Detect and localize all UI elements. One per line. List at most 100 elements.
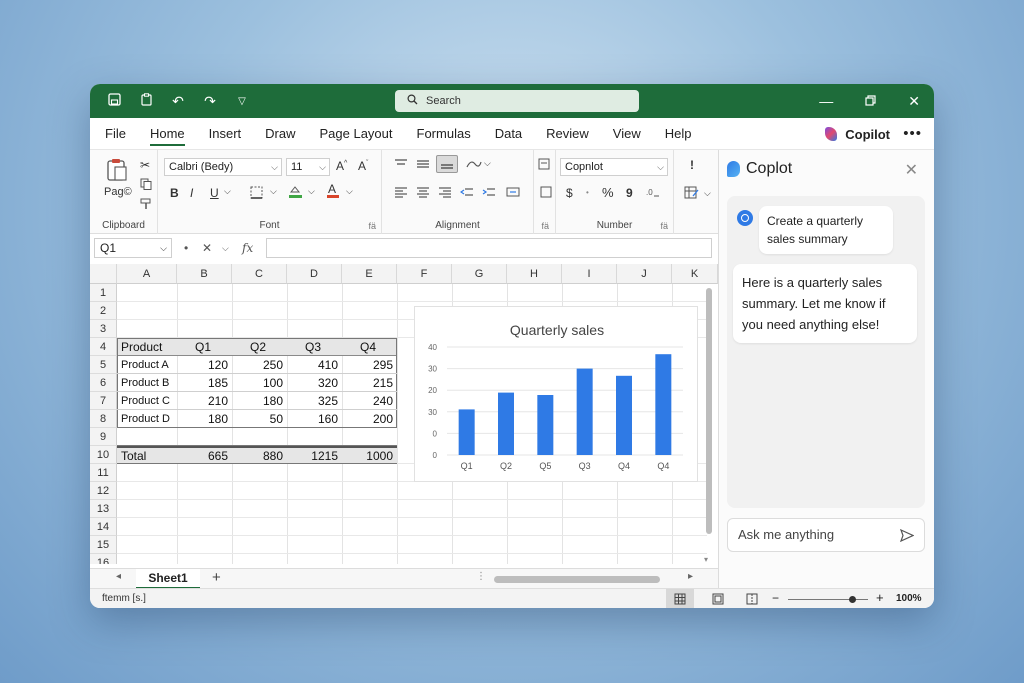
row-header[interactable]: 2 <box>90 302 117 320</box>
decrease-indent-icon[interactable] <box>459 186 474 201</box>
align-right-icon[interactable] <box>438 186 452 201</box>
total-cell[interactable]: 1215 <box>287 447 342 465</box>
chevron-down-icon[interactable]: ⌵ <box>346 186 353 197</box>
close-icon[interactable]: ✕ <box>905 160 918 180</box>
chart-bar[interactable] <box>616 375 632 455</box>
col-header-g[interactable]: G <box>452 264 507 284</box>
format-painter-icon[interactable] <box>140 198 152 213</box>
total-label-cell[interactable]: Total <box>117 447 177 465</box>
table-cell[interactable]: 160 <box>287 410 342 428</box>
total-cell[interactable]: 880 <box>232 447 287 465</box>
total-cell[interactable]: 1000 <box>342 447 397 465</box>
vertical-scrollbar[interactable]: ▾ <box>704 280 714 564</box>
zoom-slider-thumb[interactable] <box>848 596 856 603</box>
copy-icon[interactable] <box>140 178 152 193</box>
table-cell[interactable]: 100 <box>232 374 287 392</box>
align-left-icon[interactable] <box>394 186 408 201</box>
comma-style-button[interactable]: 9 <box>626 186 633 200</box>
chevron-down-icon[interactable]: ⌵ <box>704 188 711 199</box>
increase-font-icon[interactable]: A^ <box>336 159 347 173</box>
row-header[interactable]: 13 <box>90 500 117 518</box>
undo-icon[interactable]: ↶ <box>170 93 186 110</box>
table-cell[interactable]: 240 <box>342 392 397 410</box>
font-launcher-icon[interactable]: fä <box>368 221 376 231</box>
zoom-in-icon[interactable]: + <box>876 590 884 605</box>
row-header[interactable]: 4 <box>90 338 117 356</box>
tab-data[interactable]: Data <box>483 118 534 150</box>
col-header-j[interactable]: J <box>617 264 672 284</box>
font-color-icon[interactable]: A <box>326 182 340 202</box>
align-center-icon[interactable] <box>416 186 430 201</box>
row-header[interactable]: 5 <box>90 356 117 374</box>
row-header[interactable]: 15 <box>90 536 117 554</box>
row-header[interactable]: 3 <box>90 320 117 338</box>
row-header[interactable]: 9 <box>90 428 117 446</box>
col-header-e[interactable]: E <box>342 264 397 284</box>
col-header-c[interactable]: C <box>232 264 287 284</box>
prev-sheet-icon[interactable]: ◂ <box>116 571 121 582</box>
italic-button[interactable]: I <box>190 186 193 200</box>
number-launcher-icon[interactable]: fä <box>660 221 668 231</box>
quarterly-sales-chart[interactable]: Quarterly sales 40 30 20 30 0 0 Q1 Q2 Q5 Q3 Q4 Q4 <box>414 306 698 482</box>
table-cell[interactable]: 320 <box>287 374 342 392</box>
orientation-icon[interactable] <box>466 158 482 173</box>
chart-bar[interactable] <box>498 392 514 455</box>
row-header[interactable]: 1 <box>90 284 117 302</box>
col-header-i[interactable]: I <box>562 264 617 284</box>
increase-decimal-icon[interactable]: .0 <box>646 186 660 201</box>
col-header-d[interactable]: D <box>287 264 342 284</box>
row-header[interactable]: 7 <box>90 392 117 410</box>
col-header-h[interactable]: H <box>507 264 562 284</box>
font-size-select[interactable]: 11 ⌵ <box>286 158 330 176</box>
underline-button[interactable]: U <box>210 186 219 200</box>
bold-button[interactable]: B <box>170 186 179 200</box>
row-header[interactable]: 6 <box>90 374 117 392</box>
merge-center-icon[interactable] <box>506 186 520 201</box>
align-middle-icon[interactable] <box>416 158 430 173</box>
tab-view[interactable]: View <box>601 118 653 150</box>
align-bottom-icon[interactable] <box>436 155 458 173</box>
chevron-down-icon[interactable]: ⌵ <box>222 238 229 258</box>
table-header-cell[interactable]: Product <box>117 338 177 356</box>
more-formula-icon[interactable]: • <box>184 238 188 258</box>
row-header[interactable]: 16 <box>90 554 117 564</box>
table-cell[interactable]: 410 <box>287 356 342 374</box>
copilot-input[interactable]: Ask me anything <box>727 518 925 552</box>
tab-help[interactable]: Help <box>653 118 704 150</box>
table-cell[interactable]: 215 <box>342 374 397 392</box>
paste-icon[interactable] <box>106 158 128 185</box>
zoom-out-icon[interactable]: − <box>772 591 779 605</box>
insert-function-button[interactable]: fx <box>242 238 253 258</box>
currency-button[interactable]: $ <box>566 186 573 200</box>
tab-file[interactable]: File <box>90 118 138 150</box>
table-header-cell[interactable]: Q4 <box>342 338 397 356</box>
chevron-down-icon[interactable]: ⌵ <box>224 186 231 197</box>
normal-view-button[interactable] <box>666 589 694 608</box>
row-header[interactable]: 12 <box>90 482 117 500</box>
tab-review[interactable]: Review <box>534 118 601 150</box>
total-cell[interactable]: 665 <box>177 447 232 465</box>
row-header[interactable]: 11 <box>90 464 117 482</box>
tab-draw[interactable]: Draw <box>253 118 307 150</box>
table-cell[interactable]: 250 <box>232 356 287 374</box>
table-cell[interactable]: 180 <box>232 392 287 410</box>
row-header[interactable]: 14 <box>90 518 117 536</box>
format-table-icon[interactable] <box>684 186 699 202</box>
table-header-cell[interactable]: Q2 <box>232 338 287 356</box>
add-sheet-button[interactable]: + <box>212 569 221 586</box>
table-cell[interactable]: 180 <box>177 410 232 428</box>
paste-label[interactable]: Pag© <box>104 186 132 198</box>
col-header-a[interactable]: A <box>117 264 177 284</box>
chart-bar[interactable] <box>537 395 554 455</box>
chevron-down-icon[interactable]: ⌵ <box>308 186 315 197</box>
copilot-button[interactable]: Copilot <box>825 118 890 150</box>
table-cell[interactable]: 295 <box>342 356 397 374</box>
font-family-select[interactable]: Calbri (Bedy) ⌵ <box>164 158 282 176</box>
percent-button[interactable]: % <box>602 185 614 200</box>
clipboard-icon[interactable] <box>138 93 154 109</box>
row-header[interactable]: 8 <box>90 410 117 428</box>
dropdown-dot-icon[interactable]: • <box>586 188 589 197</box>
page-break-view-icon[interactable] <box>746 593 758 608</box>
chart-bar[interactable] <box>458 409 475 455</box>
chevron-down-icon[interactable]: ⌵ <box>484 158 491 169</box>
